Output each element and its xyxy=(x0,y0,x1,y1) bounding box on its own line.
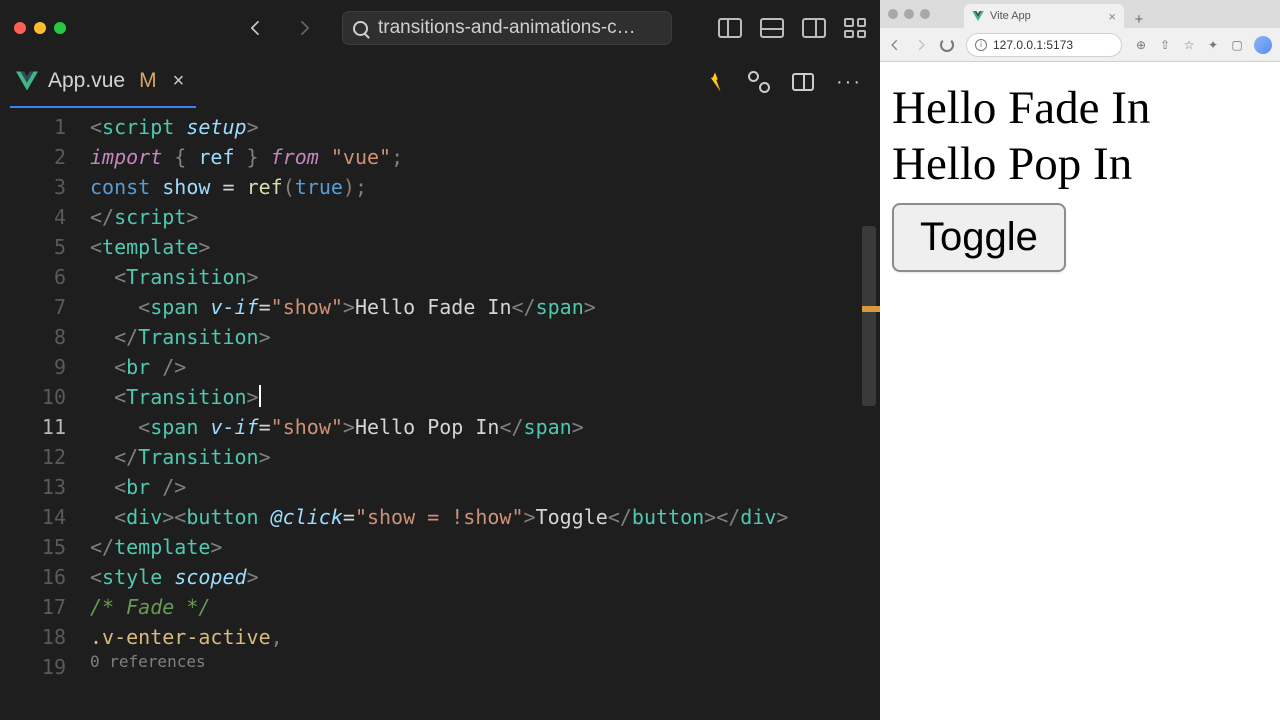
tab-modified-badge: M xyxy=(139,69,157,93)
browser-back-icon[interactable] xyxy=(888,38,902,52)
toggle-bottom-panel-icon[interactable] xyxy=(760,18,784,38)
tab-filename: App.vue xyxy=(48,69,125,93)
project-name: transitions-and-animations-c… xyxy=(378,17,636,39)
vue-favicon xyxy=(972,11,984,21)
browser-reload-icon[interactable] xyxy=(940,38,954,52)
back-arrow-icon[interactable] xyxy=(246,18,266,38)
tab-close-icon[interactable]: × xyxy=(173,70,185,93)
browser-traffic-lights xyxy=(888,9,930,19)
nav-arrows xyxy=(246,18,314,38)
site-info-icon[interactable]: i xyxy=(975,39,987,51)
layout-grid-icon[interactable] xyxy=(844,18,866,38)
editor-pane: transitions-and-animations-c… App.vue M … xyxy=(0,0,880,720)
editor-tab-app-vue[interactable]: App.vue M × xyxy=(10,56,196,108)
pop-in-text: Hello Pop In xyxy=(892,136,1268,192)
window-traffic-lights xyxy=(14,22,66,34)
fade-in-text: Hello Fade In xyxy=(892,80,1268,136)
vite-icon[interactable] xyxy=(704,71,726,93)
share-icon[interactable]: ⇧ xyxy=(1158,38,1172,52)
browser-pane: Vite App × + i 127.0.0.1:5173 ⊕ ⇧ ☆ ✦ ▢ xyxy=(880,0,1280,720)
maximize-dot[interactable] xyxy=(54,22,66,34)
page-content: Hello Fade In Hello Pop In Toggle xyxy=(880,62,1280,720)
toggle-right-panel-icon[interactable] xyxy=(802,18,826,38)
toggle-button[interactable]: Toggle xyxy=(892,203,1066,272)
close-dot[interactable] xyxy=(14,22,26,34)
extensions-icon[interactable]: ✦ xyxy=(1206,38,1220,52)
toggle-left-panel-icon[interactable] xyxy=(718,18,742,38)
more-actions-icon[interactable]: ··· xyxy=(836,71,862,94)
code-content[interactable]: <script setup>import { ref } from "vue";… xyxy=(90,112,880,720)
editor-tab-bar: App.vue M × ··· xyxy=(0,56,880,108)
vue-file-icon xyxy=(16,71,38,91)
forward-arrow-icon[interactable] xyxy=(294,18,314,38)
profile-avatar[interactable] xyxy=(1254,36,1272,54)
browser-tab-title: Vite App xyxy=(990,10,1031,22)
zoom-icon[interactable]: ⊕ xyxy=(1134,38,1148,52)
browser-tab[interactable]: Vite App × xyxy=(964,4,1124,28)
command-center[interactable]: transitions-and-animations-c… xyxy=(342,11,672,45)
search-icon xyxy=(353,21,368,36)
browser-close-dot[interactable] xyxy=(888,9,898,19)
diff-marker xyxy=(862,306,880,312)
browser-min-dot[interactable] xyxy=(904,9,914,19)
line-number-gutter: 12345678910111213141516171819 xyxy=(0,112,90,720)
panel-icon[interactable]: ▢ xyxy=(1230,38,1244,52)
browser-url: 127.0.0.1:5173 xyxy=(993,38,1073,52)
browser-address-bar[interactable]: i 127.0.0.1:5173 xyxy=(966,33,1122,57)
code-editor[interactable]: 12345678910111213141516171819 <script se… xyxy=(0,108,880,720)
minimize-dot[interactable] xyxy=(34,22,46,34)
bookmark-icon[interactable]: ☆ xyxy=(1182,38,1196,52)
editor-title-bar: transitions-and-animations-c… xyxy=(0,0,880,56)
browser-tab-strip: Vite App × + xyxy=(880,0,1280,28)
source-control-icon[interactable] xyxy=(748,71,770,93)
browser-tab-close-icon[interactable]: × xyxy=(1108,9,1116,24)
browser-toolbar: i 127.0.0.1:5173 ⊕ ⇧ ☆ ✦ ▢ xyxy=(880,28,1280,62)
browser-forward-icon[interactable] xyxy=(914,38,928,52)
scrollbar-thumb[interactable] xyxy=(862,226,876,406)
browser-max-dot[interactable] xyxy=(920,9,930,19)
browser-new-tab-icon[interactable]: + xyxy=(1130,10,1148,28)
split-editor-icon[interactable] xyxy=(792,73,814,91)
